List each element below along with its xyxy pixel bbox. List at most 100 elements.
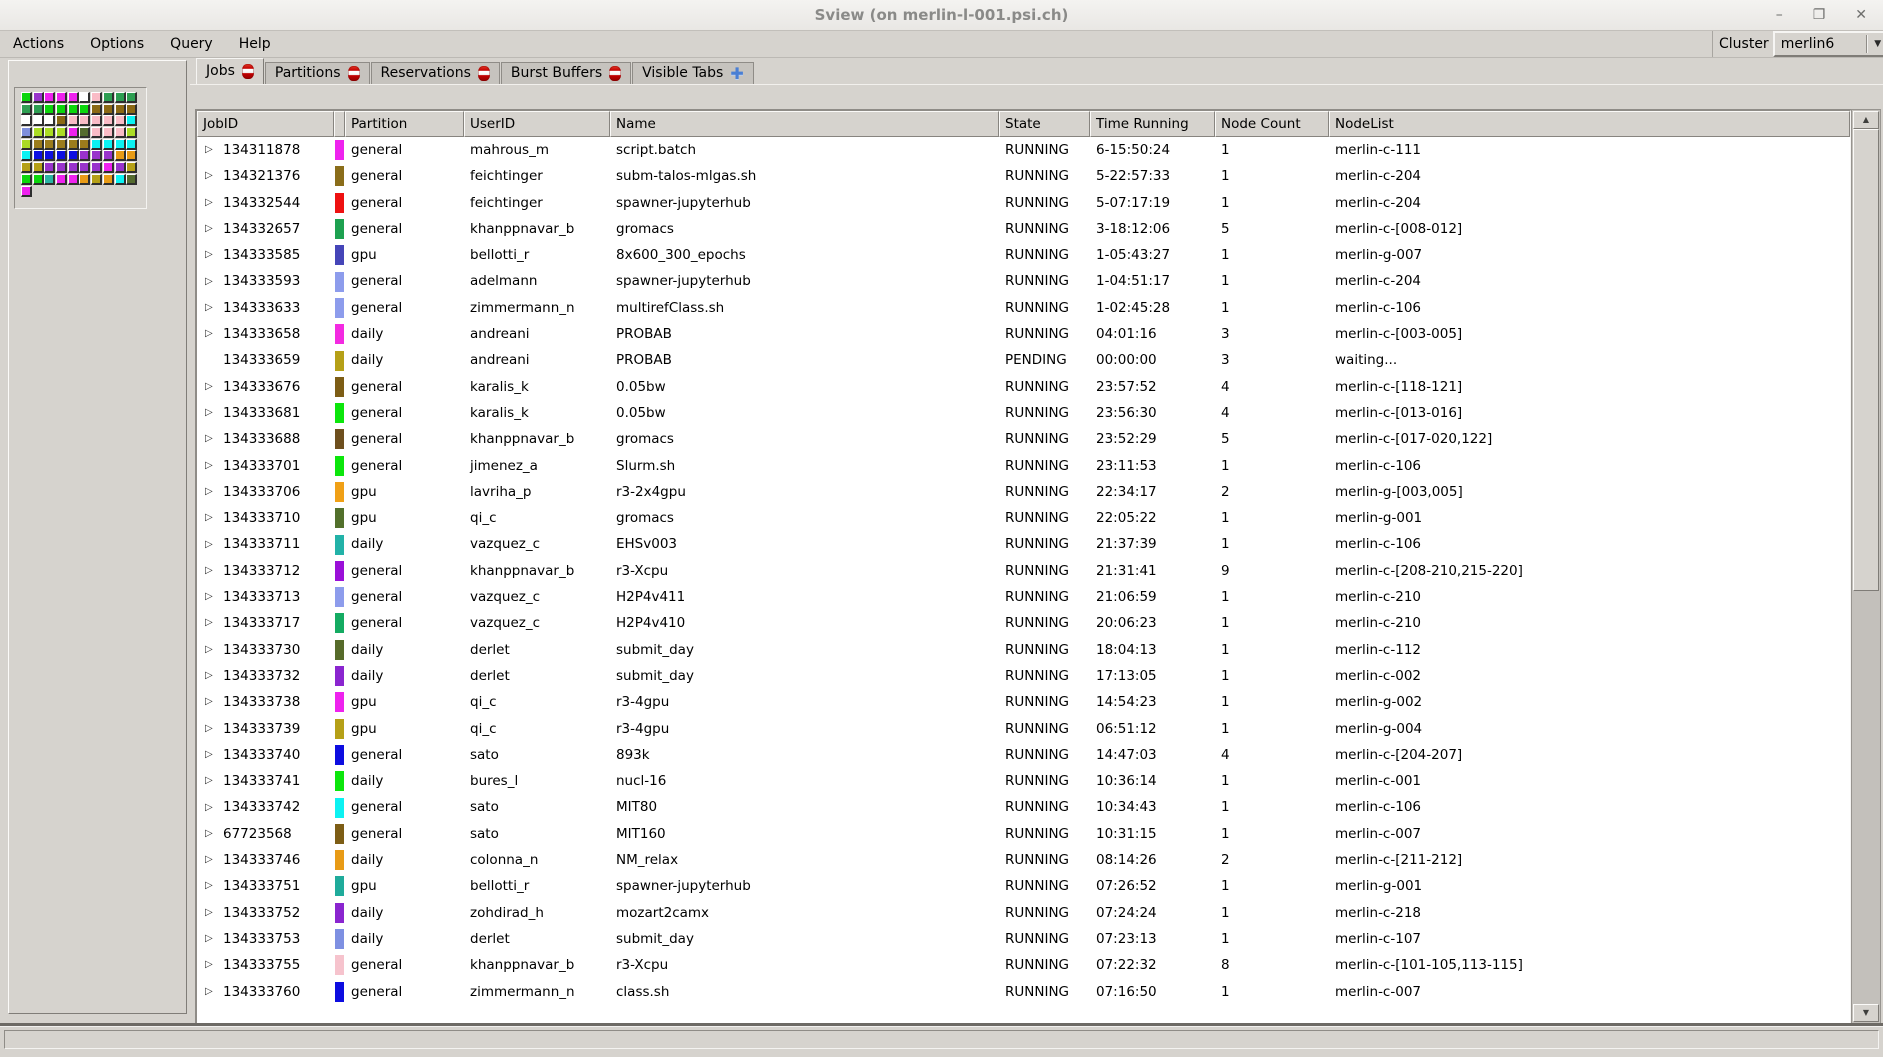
node-cell[interactable] (68, 162, 79, 173)
table-row[interactable]: ▷134333713generalvazquez_cH2P4v411RUNNIN… (197, 584, 1850, 610)
remove-tab-icon[interactable] (478, 66, 490, 81)
node-cell[interactable] (79, 174, 90, 185)
row-expander-icon[interactable]: ▷ (205, 224, 215, 234)
node-cell[interactable] (68, 115, 79, 126)
node-cell[interactable] (44, 150, 55, 161)
node-cell[interactable] (33, 162, 44, 173)
node-cell[interactable] (21, 174, 32, 185)
menu-query[interactable]: Query (157, 31, 226, 57)
node-cell[interactable] (126, 115, 137, 126)
column-header-jobid[interactable]: JobID (197, 111, 334, 137)
node-cell[interactable] (126, 127, 137, 138)
node-cell[interactable] (79, 139, 90, 150)
node-cell[interactable] (56, 104, 67, 115)
row-expander-icon[interactable]: ▷ (205, 881, 215, 891)
tab-partitions[interactable]: Partitions (265, 62, 370, 84)
tab-reservations[interactable]: Reservations (371, 62, 500, 84)
node-cell[interactable] (91, 115, 102, 126)
node-cell[interactable] (68, 92, 79, 103)
node-cell[interactable] (79, 162, 90, 173)
column-header-state[interactable]: State (999, 111, 1090, 137)
row-expander-icon[interactable]: ▷ (205, 461, 215, 471)
close-button[interactable]: ✕ (1855, 8, 1867, 22)
tab-visible-tabs[interactable]: Visible Tabs✚ (632, 62, 754, 84)
node-cell[interactable] (115, 92, 126, 103)
node-cell[interactable] (21, 92, 32, 103)
node-cell[interactable] (33, 150, 44, 161)
node-cell[interactable] (126, 104, 137, 115)
row-expander-icon[interactable]: ▷ (205, 960, 215, 970)
column-header-userid[interactable]: UserID (464, 111, 610, 137)
node-cell[interactable] (56, 115, 67, 126)
row-expander-icon[interactable]: ▷ (205, 487, 215, 497)
node-cell[interactable] (115, 150, 126, 161)
node-cell[interactable] (56, 92, 67, 103)
node-cell[interactable] (21, 162, 32, 173)
node-cell[interactable] (56, 139, 67, 150)
row-expander-icon[interactable]: ▷ (205, 592, 215, 602)
row-expander-icon[interactable]: ▷ (205, 145, 215, 155)
row-expander-icon[interactable]: ▷ (205, 803, 215, 813)
row-expander-icon[interactable]: ▷ (205, 540, 215, 550)
table-row[interactable]: ▷134333732dailyderletsubmit_dayRUNNING17… (197, 663, 1850, 689)
node-cell[interactable] (56, 162, 67, 173)
table-row[interactable]: ▷134333738gpuqi_cr3-4gpuRUNNING14:54:231… (197, 689, 1850, 715)
node-cell[interactable] (33, 92, 44, 103)
row-expander-icon[interactable]: ▷ (205, 382, 215, 392)
table-row[interactable]: ▷134333751gpubellotti_rspawner-jupyterhu… (197, 873, 1850, 899)
node-cell[interactable] (91, 139, 102, 150)
row-expander-icon[interactable]: ▷ (205, 645, 215, 655)
menu-actions[interactable]: Actions (0, 31, 77, 57)
node-cell[interactable] (44, 174, 55, 185)
node-cell[interactable] (68, 127, 79, 138)
node-cell[interactable] (115, 174, 126, 185)
table-row[interactable]: ▷134333760generalzimmermann_nclass.shRUN… (197, 979, 1850, 1005)
table-row[interactable]: ▷134333711dailyvazquez_cEHSv003RUNNING21… (197, 531, 1850, 557)
row-expander-icon[interactable]: ▷ (205, 566, 215, 576)
node-cell[interactable] (91, 174, 102, 185)
row-expander-icon[interactable]: ▷ (205, 776, 215, 786)
row-expander-icon[interactable]: ▷ (205, 908, 215, 918)
node-cell[interactable] (68, 174, 79, 185)
node-cell[interactable] (21, 150, 32, 161)
node-cell[interactable] (21, 104, 32, 115)
node-cell[interactable] (103, 104, 114, 115)
node-cell[interactable] (68, 139, 79, 150)
table-row[interactable]: ▷134333633generalzimmermann_nmultirefCla… (197, 295, 1850, 321)
node-cell[interactable] (33, 174, 44, 185)
node-cell[interactable] (91, 150, 102, 161)
node-cell[interactable] (56, 127, 67, 138)
node-cell[interactable] (79, 104, 90, 115)
table-row[interactable]: ▷134332544generalfeichtingerspawner-jupy… (197, 190, 1850, 216)
row-expander-icon[interactable]: ▷ (205, 671, 215, 681)
node-cell[interactable] (44, 115, 55, 126)
vertical-scrollbar[interactable]: ▲ ▼ (1851, 109, 1881, 1024)
chevron-down-icon[interactable]: ▼ (1869, 39, 1883, 49)
tab-burst-buffers[interactable]: Burst Buffers (501, 62, 631, 84)
table-row[interactable]: ▷134333739gpuqi_cr3-4gpuRUNNING06:51:121… (197, 716, 1850, 742)
node-cell[interactable] (91, 104, 102, 115)
column-header-swatch[interactable] (334, 111, 345, 137)
node-cell[interactable] (126, 92, 137, 103)
table-row[interactable]: ▷134333701generaljimenez_aSlurm.shRUNNIN… (197, 453, 1850, 479)
row-expander-icon[interactable]: ▷ (205, 198, 215, 208)
table-row[interactable]: ▷134333710gpuqi_cgromacsRUNNING22:05:221… (197, 505, 1850, 531)
node-cell[interactable] (44, 139, 55, 150)
row-expander-icon[interactable]: ▷ (205, 408, 215, 418)
table-row[interactable]: ▷134311878generalmahrous_mscript.batchRU… (197, 137, 1850, 163)
cluster-select[interactable]: merlin6 ▼ (1773, 31, 1883, 57)
node-cell[interactable] (91, 92, 102, 103)
node-cell[interactable] (126, 139, 137, 150)
column-header-nodelist[interactable]: NodeList (1329, 111, 1850, 137)
node-cell[interactable] (103, 162, 114, 173)
node-cell[interactable] (79, 127, 90, 138)
scroll-up-arrow-icon[interactable]: ▲ (1853, 111, 1879, 129)
table-row[interactable]: ▷134333752dailyzohdirad_hmozart2camxRUNN… (197, 900, 1850, 926)
table-row[interactable]: ▷134333740generalsato893kRUNNING14:47:03… (197, 742, 1850, 768)
row-expander-icon[interactable]: ▷ (205, 513, 215, 523)
node-cell[interactable] (33, 104, 44, 115)
row-expander-icon[interactable]: ▷ (205, 724, 215, 734)
row-expander-icon[interactable]: ▷ (205, 750, 215, 760)
menu-help[interactable]: Help (226, 31, 284, 57)
table-row[interactable]: ▷134333741dailybures_lnucl-16RUNNING10:3… (197, 768, 1850, 794)
